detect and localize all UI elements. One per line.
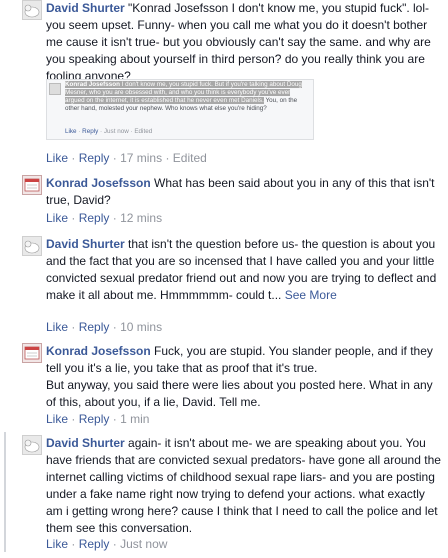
avatar[interactable] xyxy=(22,236,42,256)
see-more-link[interactable]: See More xyxy=(285,288,337,302)
avatar[interactable] xyxy=(22,175,42,195)
sheep-avatar-icon xyxy=(24,240,40,254)
like-link[interactable]: Like xyxy=(46,211,68,225)
quoted-edited: Edited xyxy=(134,128,153,135)
timestamp[interactable]: 10 mins xyxy=(120,320,162,334)
like-link[interactable]: Like xyxy=(46,151,68,165)
quoted-author: Konrad Josefsson xyxy=(65,81,120,88)
comment-body: Konrad Josefsson Fuck, you are stupid. Y… xyxy=(46,343,442,411)
comment-actions: Like · Reply · 10 mins xyxy=(46,320,163,334)
comment-body: David Shurter that isn't the question be… xyxy=(46,236,442,304)
new-comment-indicator xyxy=(4,432,6,552)
avatar[interactable] xyxy=(22,0,42,20)
sheep-avatar-icon xyxy=(24,439,40,453)
timestamp[interactable]: 12 mins xyxy=(120,211,162,225)
reply-link[interactable]: Reply xyxy=(79,151,110,165)
comment-author[interactable]: Konrad Josefsson xyxy=(46,176,151,190)
timestamp[interactable]: 17 mins xyxy=(120,151,162,165)
reply-link[interactable]: Reply xyxy=(79,211,110,225)
quoted-like: Like xyxy=(65,128,77,135)
sheep-avatar-icon xyxy=(24,4,40,18)
comment-actions: Like · Reply · Just now xyxy=(46,537,168,551)
comment-author[interactable]: David Shurter xyxy=(46,237,125,251)
quoted-comment-image: Konrad Josefsson I don't know me, you st… xyxy=(46,79,314,140)
comment-text-2: But anyway, you said there were lies abo… xyxy=(46,378,433,409)
comment-body: David Shurter "Konrad Josefsson I don't … xyxy=(46,0,442,85)
comment-author[interactable]: David Shurter xyxy=(46,436,125,450)
comment-text: again- it isn't about me- we are speakin… xyxy=(46,436,441,535)
reply-link[interactable]: Reply xyxy=(79,412,110,426)
like-link[interactable]: Like xyxy=(46,320,68,334)
timestamp[interactable]: 1 min xyxy=(120,412,149,426)
timestamp[interactable]: Just now xyxy=(120,537,167,551)
comment-body: David Shurter again- it isn't about me- … xyxy=(46,435,442,537)
edited-label[interactable]: Edited xyxy=(173,151,207,165)
quoted-time: Just now xyxy=(103,128,129,135)
calendar-avatar-icon xyxy=(24,346,40,360)
quoted-meta: Like · Reply · Just now · Edited xyxy=(65,128,153,135)
like-link[interactable]: Like xyxy=(46,412,68,426)
quoted-reply: Reply xyxy=(82,128,99,135)
avatar[interactable] xyxy=(22,343,42,363)
avatar[interactable] xyxy=(22,435,42,455)
reply-link[interactable]: Reply xyxy=(79,320,110,334)
reply-link[interactable]: Reply xyxy=(79,537,110,551)
comment-actions: Like · Reply · 12 mins xyxy=(46,211,163,225)
calendar-avatar-icon xyxy=(24,178,40,192)
comment-author[interactable]: David Shurter xyxy=(46,1,125,15)
comment-actions: Like · Reply · 1 min xyxy=(46,412,150,426)
comment-author[interactable]: Konrad Josefsson xyxy=(46,344,151,358)
avatar xyxy=(49,83,61,95)
like-link[interactable]: Like xyxy=(46,537,68,551)
quoted-text: Konrad Josefsson I don't know me, you st… xyxy=(65,81,311,113)
comment-actions: Like · Reply · 17 mins · Edited xyxy=(46,151,207,165)
comment-body: Konrad Josefsson What has been said abou… xyxy=(46,175,442,209)
